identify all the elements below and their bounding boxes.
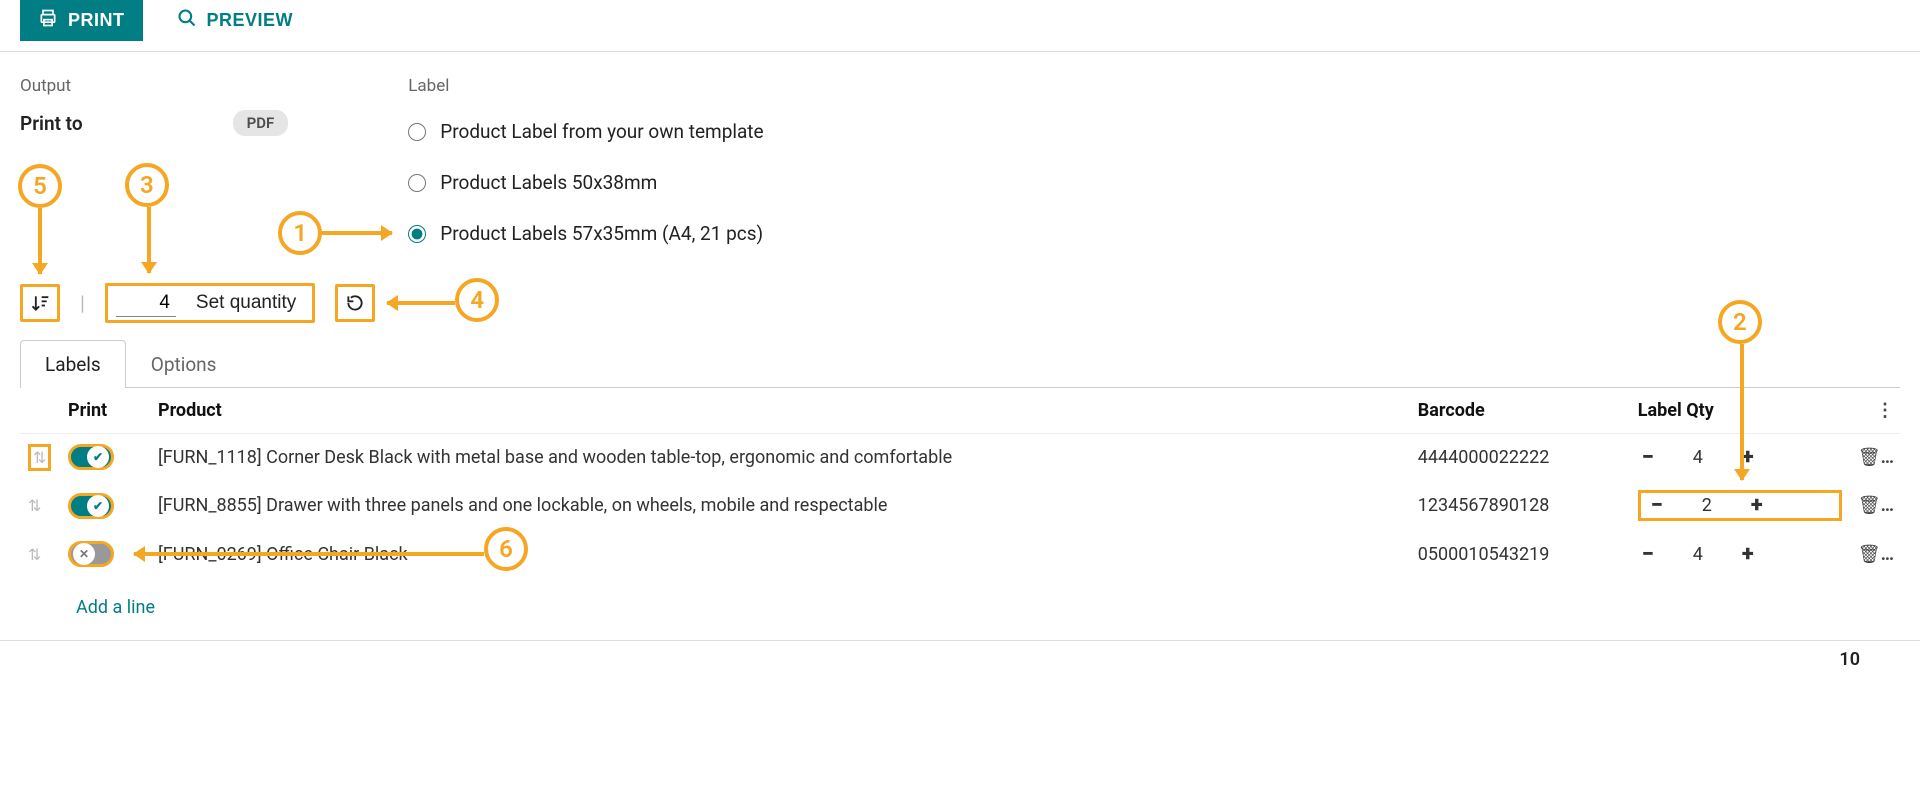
annotation-circle-5: 5 bbox=[18, 164, 62, 208]
annotation-arrow bbox=[134, 552, 484, 556]
tab-options[interactable]: Options bbox=[126, 340, 242, 388]
format-badge[interactable]: PDF bbox=[233, 110, 289, 136]
header-barcode: Barcode bbox=[1410, 388, 1630, 434]
print-button[interactable]: PRINT bbox=[20, 0, 143, 41]
label-option-2[interactable]: Product Labels 57x35mm (A4, 21 pcs) bbox=[408, 222, 763, 245]
set-quantity-button[interactable]: Set quantity bbox=[188, 288, 304, 318]
label-option-1[interactable]: Product Labels 50x38mm bbox=[408, 171, 763, 194]
label-option-0[interactable]: Product Label from your own template bbox=[408, 120, 763, 143]
content-area: Output Print to PDF Label Product Label … bbox=[0, 52, 1920, 638]
trash-icon[interactable]: 🗑 bbox=[1858, 495, 1881, 516]
annotation-circle-1: 1 bbox=[278, 211, 322, 255]
print-to-label: Print to bbox=[20, 112, 83, 135]
drag-handle-icon[interactable]: ⇅ bbox=[28, 496, 41, 515]
print-button-label: PRINT bbox=[68, 10, 125, 31]
separator: | bbox=[80, 291, 85, 315]
row-menu-icon[interactable]: … bbox=[1881, 544, 1892, 565]
output-section-label: Output bbox=[20, 76, 288, 96]
toolbar: PRINT PREVIEW bbox=[0, 0, 1920, 52]
add-line-link[interactable]: Add a line bbox=[68, 587, 163, 628]
barcode-cell: 1234567890128 bbox=[1410, 480, 1630, 531]
annotation-circle-2: 2 bbox=[1718, 300, 1762, 344]
label-option-2-text: Product Labels 57x35mm (A4, 21 pcs) bbox=[440, 222, 763, 245]
label-option-0-radio[interactable] bbox=[408, 123, 426, 141]
row-menu-icon[interactable]: … bbox=[1881, 495, 1892, 516]
drag-handle-icon[interactable]: ⇅ bbox=[28, 444, 51, 471]
reset-button[interactable] bbox=[335, 284, 375, 322]
qty-value[interactable]: 4 bbox=[1686, 544, 1710, 565]
print-toggle[interactable] bbox=[68, 541, 114, 567]
annotation-arrow bbox=[38, 208, 42, 274]
label-column: Label Product Label from your own templa… bbox=[408, 76, 763, 255]
preview-button-label: PREVIEW bbox=[207, 10, 294, 31]
search-icon bbox=[177, 8, 197, 33]
labels-table: Print Product Barcode Label Qty ⋮ ⇅ [FUR… bbox=[20, 388, 1900, 638]
annotation-circle-3: 3 bbox=[125, 163, 169, 207]
preview-button[interactable]: PREVIEW bbox=[167, 0, 304, 41]
annotation-arrow bbox=[147, 207, 151, 273]
header-product: Product bbox=[150, 388, 1410, 434]
print-toggle[interactable] bbox=[68, 444, 114, 470]
tabs: Labels Options bbox=[20, 339, 1900, 388]
label-section-label: Label bbox=[408, 76, 763, 96]
barcode-cell: 4444000022222 bbox=[1410, 434, 1630, 481]
annotation-arrow bbox=[387, 301, 455, 305]
annotation-arrow bbox=[1740, 344, 1744, 480]
label-option-2-radio[interactable] bbox=[408, 225, 426, 243]
product-cell[interactable]: [FURN_1118] Corner Desk Black with metal… bbox=[150, 434, 1410, 481]
quantity-input[interactable] bbox=[116, 290, 176, 317]
qty-value[interactable]: 2 bbox=[1695, 495, 1719, 516]
page-footer: 10 bbox=[0, 640, 1920, 678]
qty-plus-icon[interactable]: + bbox=[1738, 544, 1758, 564]
page-number: 10 bbox=[1839, 649, 1860, 670]
qty-value[interactable]: 4 bbox=[1686, 447, 1710, 468]
label-option-1-radio[interactable] bbox=[408, 174, 426, 192]
qty-minus-icon[interactable]: − bbox=[1647, 496, 1667, 516]
tab-labels[interactable]: Labels bbox=[20, 340, 126, 388]
label-option-1-text: Product Labels 50x38mm bbox=[440, 171, 657, 194]
annotation-arrow bbox=[322, 231, 392, 235]
barcode-cell: 0500010543219 bbox=[1410, 531, 1630, 577]
quantity-bar: | Set quantity bbox=[20, 283, 1900, 323]
annotation-circle-4: 4 bbox=[455, 278, 499, 322]
annotation-circle-6: 6 bbox=[484, 527, 528, 571]
column-menu-icon[interactable]: ⋮ bbox=[1876, 400, 1892, 421]
product-cell[interactable]: [FURN_8855] Drawer with three panels and… bbox=[150, 480, 1410, 531]
header-print: Print bbox=[60, 388, 150, 434]
table-row: ⇅ [FURN_8855] Drawer with three panels a… bbox=[20, 480, 1900, 531]
drag-handle-icon[interactable]: ⇅ bbox=[28, 545, 41, 564]
table-row: ⇅ [FURN_1118] Corner Desk Black with met… bbox=[20, 434, 1900, 481]
qty-plus-icon[interactable]: + bbox=[1747, 496, 1767, 516]
label-option-0-text: Product Label from your own template bbox=[440, 120, 763, 143]
print-toggle[interactable] bbox=[68, 493, 114, 519]
qty-minus-icon[interactable]: − bbox=[1638, 447, 1658, 467]
qty-minus-icon[interactable]: − bbox=[1638, 544, 1658, 564]
print-icon bbox=[38, 8, 58, 33]
set-quantity-group: Set quantity bbox=[105, 283, 315, 323]
trash-icon[interactable]: 🗑 bbox=[1858, 447, 1881, 468]
trash-icon[interactable]: 🗑 bbox=[1858, 544, 1881, 565]
sort-button[interactable] bbox=[20, 284, 60, 322]
row-menu-icon[interactable]: … bbox=[1881, 447, 1892, 468]
